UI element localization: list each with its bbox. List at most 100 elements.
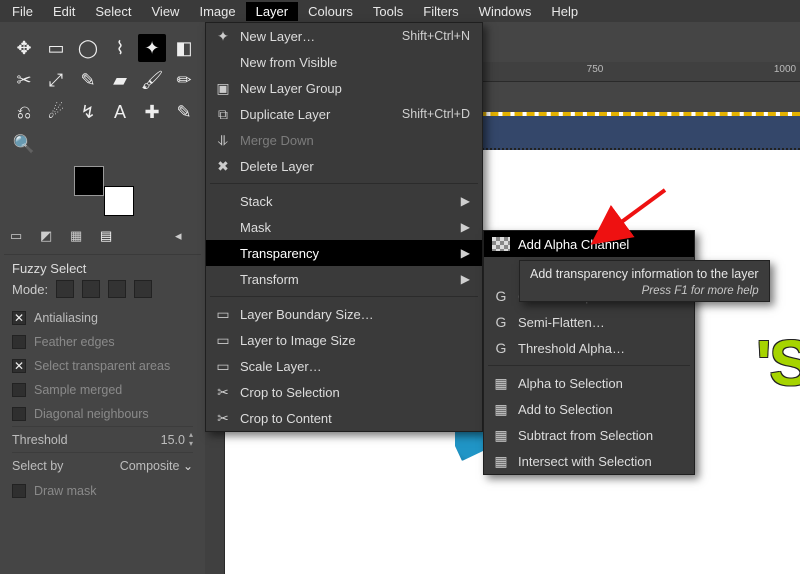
menu-image[interactable]: Image (189, 2, 245, 21)
menu-layer[interactable]: Layer (246, 2, 299, 21)
tab-device-status-icon[interactable]: ▭ (10, 228, 30, 248)
menu-label: Scale Layer… (240, 359, 470, 374)
fgbg-swatch[interactable] (74, 166, 134, 216)
clone-tool-icon[interactable]: ⎌ (10, 98, 38, 126)
layer-boundary-size[interactable]: ▭ Layer Boundary Size… (206, 301, 482, 327)
new-layer[interactable]: ✦ New Layer… Shift+Ctrl+N (206, 23, 482, 49)
menu-colours[interactable]: Colours (298, 2, 363, 21)
draw-mask-option[interactable]: Draw mask (12, 479, 193, 503)
separator (488, 365, 690, 366)
feather-option[interactable]: Feather edges (12, 330, 193, 354)
selection-icon: ▦ (492, 427, 510, 444)
mask-submenu[interactable]: Mask ▶ (206, 214, 482, 240)
tooltip-text: Add transparency information to the laye… (530, 267, 759, 281)
brush-tool-icon[interactable]: 🖌 (138, 66, 166, 94)
transform-tool-icon[interactable]: ⤢ (42, 66, 70, 94)
menu-help[interactable]: Help (541, 2, 588, 21)
lasso-tool-icon[interactable]: ⌇ (106, 34, 134, 62)
antialiasing-option[interactable]: ✕ Antialiasing (12, 306, 193, 330)
alpha-to-selection[interactable]: ▦ Alpha to Selection (484, 370, 694, 396)
menu-file[interactable]: File (2, 2, 43, 21)
crop-to-selection[interactable]: ✂ Crop to Selection (206, 379, 482, 405)
draw-mask-checkbox[interactable] (12, 484, 26, 498)
imagesize-icon: ▭ (214, 332, 232, 349)
intersect-with-selection[interactable]: ▦ Intersect with Selection (484, 448, 694, 474)
layer-to-image-size[interactable]: ▭ Layer to Image Size (206, 327, 482, 353)
transform-submenu[interactable]: Transform ▶ (206, 266, 482, 292)
menu-label: Transparency (240, 246, 453, 261)
by-colour-select-tool-icon[interactable]: ◧ (170, 34, 198, 62)
add-to-selection[interactable]: ▦ Add to Selection (484, 396, 694, 422)
threshold-field[interactable]: Threshold 15.0 ▴▾ (12, 426, 193, 453)
feather-checkbox[interactable] (12, 335, 26, 349)
select-trans-checkbox[interactable]: ✕ (12, 359, 26, 373)
fg-colour-swatch[interactable] (74, 166, 104, 196)
stack-submenu[interactable]: Stack ▶ (206, 188, 482, 214)
zoom-tool-icon[interactable]: 🔍 (10, 130, 38, 158)
delete-icon: ✖ (214, 158, 232, 175)
transparency-submenu[interactable]: Transparency ▶ (206, 240, 482, 266)
tool-grid: ✥ ▭ ◯ ⌇ ✦ ◧ ✂ ⤢ ✎ ▰ 🖌 ✏ ⎌ ☄ ↯ A ✚ ✎ 🔍 (4, 28, 201, 162)
menu-select[interactable]: Select (85, 2, 141, 21)
sample-merged-option[interactable]: Sample merged (12, 378, 193, 402)
add-alpha-channel[interactable]: Add Alpha Channel (484, 231, 694, 257)
menu-label: Crop to Content (240, 411, 470, 426)
menu-label: Duplicate Layer (240, 107, 370, 122)
gegl-icon: G (492, 340, 510, 356)
tab-brushes-icon[interactable]: ▦ (70, 228, 90, 248)
diag-neigh-checkbox[interactable] (12, 407, 26, 421)
merge-down: ⥥ Merge Down (206, 127, 482, 153)
threshold-alpha[interactable]: G Threshold Alpha… (484, 335, 694, 361)
duplicate-layer[interactable]: ⧉ Duplicate Layer Shift+Ctrl+D (206, 101, 482, 127)
threshold-spinner[interactable]: ▴▾ (189, 431, 193, 448)
pencil-tool-icon[interactable]: ✏ (170, 66, 198, 94)
smudge-tool-icon[interactable]: ☄ (42, 98, 70, 126)
new-from-visible[interactable]: New from Visible (206, 49, 482, 75)
mode-intersect-icon[interactable] (134, 280, 152, 298)
scale-layer[interactable]: ▭ Scale Layer… (206, 353, 482, 379)
sample-merged-label: Sample merged (34, 383, 122, 397)
tab-images-icon[interactable]: ▤ (100, 228, 120, 248)
text-tool-icon[interactable]: A (106, 98, 134, 126)
crop-to-content[interactable]: ✂ Crop to Content (206, 405, 482, 431)
tab-tool-options-icon[interactable]: ◩ (40, 228, 60, 248)
delete-layer[interactable]: ✖ Delete Layer (206, 153, 482, 179)
eyedropper-tool-icon[interactable]: ✎ (170, 98, 198, 126)
menu-edit[interactable]: Edit (43, 2, 85, 21)
select-trans-option[interactable]: ✕ Select transparent areas (12, 354, 193, 378)
move-tool-icon[interactable]: ✥ (10, 34, 38, 62)
bg-colour-swatch[interactable] (104, 186, 134, 216)
paint-bucket-tool-icon[interactable]: ▰ (106, 66, 134, 94)
select-by-label: Select by (12, 459, 63, 473)
ellipse-select-tool-icon[interactable]: ◯ (74, 34, 102, 62)
menu-view[interactable]: View (142, 2, 190, 21)
menu-label: Add Alpha Channel (518, 237, 682, 252)
tab-menu-icon[interactable]: ◂ (175, 228, 195, 248)
new-layer-group[interactable]: ▣ New Layer Group (206, 75, 482, 101)
menu-label: Mask (240, 220, 453, 235)
mode-replace-icon[interactable] (56, 280, 74, 298)
path-tool-icon[interactable]: ↯ (74, 98, 102, 126)
subtract-from-selection[interactable]: ▦ Subtract from Selection (484, 422, 694, 448)
semi-flatten[interactable]: G Semi-Flatten… (484, 309, 694, 335)
crop-icon: ✂ (214, 384, 232, 401)
menu-label: New Layer… (240, 29, 370, 44)
rect-select-tool-icon[interactable]: ▭ (42, 34, 70, 62)
mode-subtract-icon[interactable] (108, 280, 126, 298)
crop-tool-icon[interactable]: ✂ (10, 66, 38, 94)
menu-label: Add to Selection (518, 402, 682, 417)
warp-tool-icon[interactable]: ✎ (74, 66, 102, 94)
menu-windows[interactable]: Windows (469, 2, 542, 21)
antialiasing-checkbox[interactable]: ✕ (12, 311, 26, 325)
mode-add-icon[interactable] (82, 280, 100, 298)
threshold-value[interactable]: 15.0 (161, 433, 185, 447)
diag-neigh-option[interactable]: Diagonal neighbours (12, 402, 193, 426)
sample-merged-checkbox[interactable] (12, 383, 26, 397)
mode-label: Mode: (12, 282, 48, 297)
menu-filters[interactable]: Filters (413, 2, 468, 21)
menu-tools[interactable]: Tools (363, 2, 413, 21)
select-by-field[interactable]: Select by Composite ⌄ (12, 453, 193, 479)
magic-wand-tool-icon[interactable]: ✦ (138, 34, 166, 62)
measure-tool-icon[interactable]: ✚ (138, 98, 166, 126)
layer-group-icon: ▣ (214, 80, 232, 97)
